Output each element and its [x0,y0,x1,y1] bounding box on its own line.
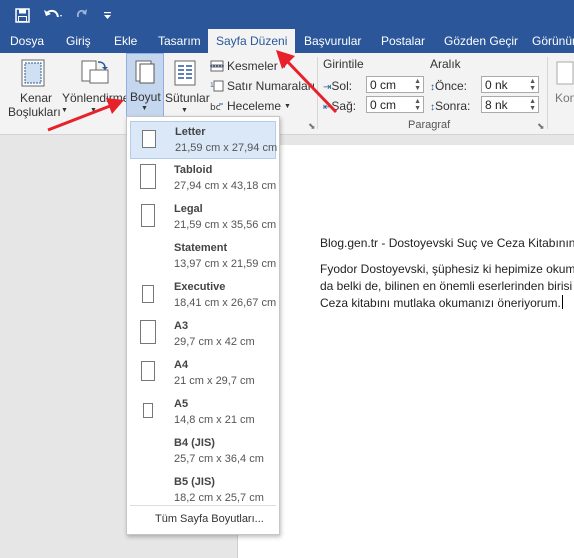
tab-gozden-gecir[interactable]: Gözden Geçir [436,29,526,53]
more-page-sizes-link[interactable]: Tüm Sayfa Boyutları... [155,513,264,525]
group-divider [547,57,548,129]
tab-gorunum[interactable]: Görünüm [524,29,574,53]
spinner-icon[interactable]: ▲ ▼ [529,78,536,92]
size-label: Boyut [130,90,161,104]
page-size-name: A3 [174,320,189,332]
page-size-name: Statement [174,242,228,254]
hyphenation-icon: bc [210,103,223,112]
chevron-down-icon: ▼ [141,105,148,112]
document-paragraph-line[interactable]: Fyodor Dostoyevski, şüphesiz ki hepimize… [320,262,574,276]
orientation-icon [81,60,109,84]
annotation-arrow-tab [276,50,338,114]
page-icon [143,403,153,418]
spacing-before-input[interactable]: 0 nk ▲ ▼ [481,76,539,93]
indent-right-input[interactable]: 0 cm ▲ ▼ [366,96,424,113]
spinner-icon[interactable]: ▲ ▼ [414,78,421,92]
page-icon [142,285,154,303]
page-icon [142,130,156,148]
page-size-dimensions: 27,94 cm x 43,18 cm [174,180,277,192]
page-icon [140,164,156,189]
page-size-dimensions: 21 cm x 29,7 cm [174,375,255,387]
page-size-name: Legal [174,203,203,215]
undo-icon[interactable] [42,6,64,24]
breaks-icon [210,60,224,72]
page-icon [141,204,155,227]
paragraph-group-label: Paragraf [408,119,451,131]
page-size-name: A5 [174,398,189,410]
tab-dosya[interactable]: Dosya [2,29,52,53]
page-size-option[interactable]: B4 (JIS) 25,7 cm x 36,4 cm [130,433,276,471]
page-size-icon [135,60,155,84]
page-size-dimensions: 18,41 cm x 26,67 cm [174,297,277,309]
page-size-dropdown: Letter 21,59 cm x 27,94 cm Tabloid 27,94… [126,116,280,535]
svg-text:1: 1 [210,82,214,89]
customize-qat-icon[interactable] [101,6,113,24]
page-size-name: B4 (JIS) [174,437,215,449]
page-size-option[interactable]: Legal 21,59 cm x 35,56 cm [130,199,276,237]
page-size-name: A4 [174,359,189,371]
paragraph-launcher-icon[interactable]: ⬊ [537,121,545,132]
page-size-dimensions: 21,59 cm x 35,56 cm [174,219,277,231]
menu-divider [130,505,276,506]
position-icon [556,61,574,85]
document-title-line[interactable]: Blog.gen.tr - Dostoyevski Suç ve Ceza Ki… [320,236,574,250]
margins-icon [21,59,45,87]
tab-ekle[interactable]: Ekle [106,29,145,53]
spinner-icon[interactable]: ▲ ▼ [414,98,421,112]
document-page[interactable] [237,145,574,558]
line-numbers-icon: 1 [210,80,224,92]
size-button[interactable]: Boyut ▼ [126,53,164,119]
page-size-dimensions: 25,7 cm x 36,4 cm [174,453,264,465]
spacing-before-label: ↕Önce: [430,79,468,93]
position-label: Kon [555,91,574,105]
page-size-option[interactable]: A4 21 cm x 29,7 cm [130,355,276,393]
page-size-dimensions: 18,2 cm x 25,7 cm [174,492,264,504]
page-size-option[interactable]: Letter 21,59 cm x 27,94 cm [130,121,278,159]
title-bar [0,0,574,29]
page-size-name: Letter [175,126,206,138]
annotation-arrow-size [47,98,124,132]
page-setup-launcher-icon[interactable]: ⬊ [308,121,316,132]
position-button[interactable]: Kon [553,55,574,119]
spacing-after-input[interactable]: 8 nk ▲ ▼ [481,96,539,113]
page-size-dimensions: 29,7 cm x 42 cm [174,336,255,348]
text-cursor [562,295,563,309]
columns-label: Sütunlar [165,91,210,105]
indent-left-input[interactable]: 0 cm ▲ ▼ [366,76,424,93]
tab-giris[interactable]: Giriş [58,29,99,53]
page-size-name: B5 (JIS) [174,476,215,488]
page-size-option[interactable]: A5 14,8 cm x 21 cm [130,394,276,432]
page-size-option[interactable]: Executive 18,41 cm x 26,67 cm [130,277,276,315]
tab-tasarim[interactable]: Tasarım [150,29,209,53]
spacing-heading: Aralık [430,57,461,71]
columns-button[interactable]: Sütunlar ▼ [164,55,210,119]
document-paragraph-line[interactable]: da belki de, bilinen en önemli eserlerin… [320,279,572,293]
spacing-after-label: ↕Sonra: [430,99,471,113]
page-size-option[interactable]: Statement 13,97 cm x 21,59 cm [130,238,276,276]
columns-icon [174,60,196,86]
page-size-dimensions: 21,59 cm x 27,94 cm [175,142,278,154]
page-size-dimensions: 13,97 cm x 21,59 cm [174,258,277,270]
document-paragraph-line[interactable]: Ceza kitabını mutlaka okumanızı öneriyor… [320,296,561,310]
page-icon [141,361,155,381]
page-size-name: Executive [174,281,226,293]
page-icon [140,320,156,344]
spinner-icon[interactable]: ▲ ▼ [529,98,536,112]
page-size-name: Tabloid [174,164,213,176]
page-size-option[interactable]: Tabloid 27,94 cm x 43,18 cm [130,160,276,198]
page-size-option[interactable]: A3 29,7 cm x 42 cm [130,316,276,354]
save-icon[interactable] [13,6,31,24]
page-size-dimensions: 14,8 cm x 21 cm [174,414,255,426]
tab-postalar[interactable]: Postalar [373,29,433,53]
redo-icon[interactable] [74,6,90,24]
chevron-down-icon: ▼ [181,107,188,114]
